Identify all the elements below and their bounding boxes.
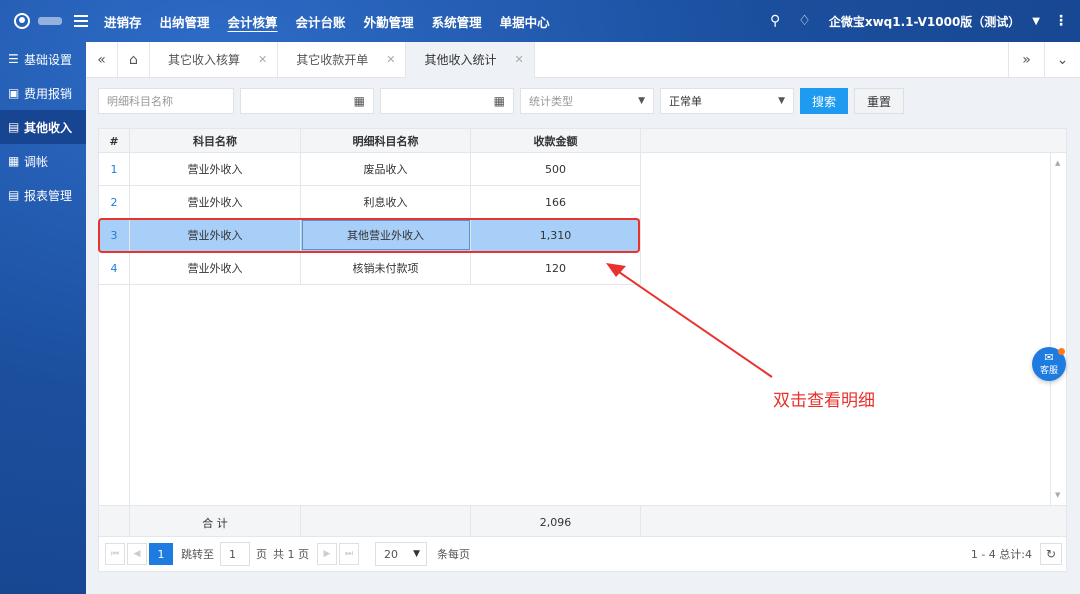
customer-service-button[interactable]: ✉ 客服	[1032, 347, 1066, 381]
annotation-text: 双击查看明细	[773, 391, 875, 411]
chat-icon: ✉	[1044, 351, 1054, 364]
arrow-line	[615, 269, 773, 378]
support-label: 客服	[1039, 366, 1058, 376]
annotation-arrow	[606, 263, 773, 378]
notification-dot	[1058, 348, 1065, 355]
